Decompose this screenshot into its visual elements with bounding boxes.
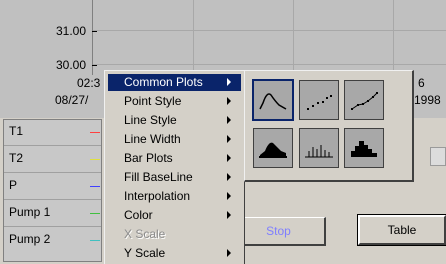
submenu-arrow-icon [227, 78, 231, 86]
menu-item-line-width[interactable]: Line Width [108, 131, 241, 148]
table-button[interactable]: Table [357, 214, 446, 246]
line-plot-icon[interactable] [252, 79, 294, 121]
stop-button[interactable]: Stop [232, 217, 326, 246]
y-axis-label: 30.00 [55, 58, 86, 72]
legend-item-label: Pump 1 [9, 205, 51, 219]
legend-item[interactable]: T2 [4, 147, 101, 173]
menu-item-label: Bar Plots [124, 151, 173, 165]
submenu-arrow-icon [227, 192, 231, 200]
legend-item-label: T2 [9, 151, 24, 165]
scatter-plot-icon[interactable] [299, 80, 339, 120]
line-with-points-plot-icon[interactable] [344, 80, 384, 120]
menu-item-label: Fill BaseLine [124, 170, 193, 184]
legend-item-label: T1 [9, 124, 24, 138]
legend-item-label: P [9, 178, 18, 192]
filled-area-plot-icon[interactable] [253, 128, 293, 168]
legend-line-swatch [90, 186, 100, 187]
legend-item[interactable]: Pump 2 [4, 228, 101, 253]
menu-item-bar-plots[interactable]: Bar Plots [108, 150, 241, 167]
menu-item-y-scale[interactable]: Y Scale [108, 245, 241, 262]
y-axis-label: 31.00 [55, 24, 86, 38]
bar-plot-icon[interactable] [299, 128, 339, 168]
submenu-arrow-icon [227, 116, 231, 124]
menu-item-label: Point Style [124, 94, 182, 108]
menu-item-fill-baseline[interactable]: Fill BaseLine [108, 169, 241, 186]
menu-item-color[interactable]: Color [108, 207, 241, 224]
legend-line-swatch [90, 132, 100, 133]
x-axis-time-label: 6 [418, 76, 425, 90]
menu-item-label: Line Style [124, 113, 177, 127]
x-axis-date-label: 1998 [414, 93, 441, 107]
grid-line [393, 0, 394, 75]
menu-item-label: X Scale [124, 227, 166, 241]
legend-item[interactable]: Pump 1 [4, 201, 101, 227]
control-box[interactable] [430, 147, 446, 166]
submenu-arrow-icon [227, 154, 231, 162]
menu-item-point-style[interactable]: Point Style [108, 93, 241, 110]
legend-line-swatch [90, 240, 100, 241]
y-tick [92, 31, 97, 32]
menu-item-label: Color [124, 208, 153, 222]
submenu-arrow-icon [227, 249, 231, 257]
menu-item-label: Line Width [124, 132, 181, 146]
menu-item-label: Common Plots [124, 75, 203, 89]
plot-area[interactable] [92, 0, 446, 75]
menu-item-x-scale[interactable]: X Scale [108, 226, 241, 243]
x-axis-time-label: 02:3 [77, 76, 101, 90]
grid-line [293, 0, 294, 75]
submenu-arrow-icon [227, 135, 231, 143]
menu-item-label: Y Scale [124, 246, 166, 260]
filled-step-plot-icon[interactable] [344, 128, 384, 168]
grid-line [193, 0, 194, 75]
menu-item-interpolation[interactable]: Interpolation [108, 188, 241, 205]
submenu-arrow-icon [227, 211, 231, 219]
y-tick [92, 65, 97, 66]
x-axis-date-label: 08/27/ [55, 93, 89, 107]
legend-item[interactable]: T1 [4, 120, 101, 146]
common-plots-submenu [244, 70, 414, 182]
plot-context-menu: Common Plots Point Style Line Style Line… [104, 70, 245, 264]
legend-line-swatch [90, 213, 100, 214]
submenu-arrow-icon [227, 97, 231, 105]
legend-item[interactable]: P [4, 174, 101, 200]
submenu-arrow-icon [227, 173, 231, 181]
plot-legend[interactable]: T1 T2 P Pump 1 Pump 2 [3, 119, 102, 262]
menu-item-line-style[interactable]: Line Style [108, 112, 241, 129]
legend-line-swatch [90, 159, 100, 160]
menu-item-common-plots[interactable]: Common Plots [108, 74, 241, 91]
menu-item-label: Interpolation [124, 189, 191, 203]
legend-item-label: Pump 2 [9, 232, 51, 246]
